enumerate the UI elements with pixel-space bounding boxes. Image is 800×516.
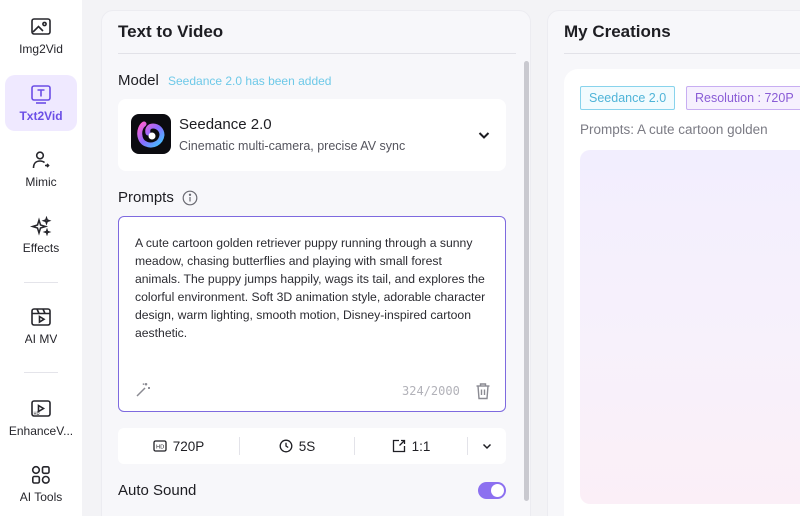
auto-sound-toggle[interactable] [478, 482, 506, 499]
prompt-textarea[interactable]: A cute cartoon golden retriever puppy ru… [118, 216, 506, 412]
hd-icon: HD [153, 440, 167, 452]
hd-enhance-icon: HD [30, 398, 52, 420]
clock-icon [279, 439, 293, 453]
prompts-label: Prompts [118, 189, 174, 206]
chevron-down-icon[interactable] [476, 127, 492, 143]
character-count: 324/2000 [402, 384, 460, 398]
nav-item-mimic[interactable]: Mimic [5, 141, 77, 197]
prompt-text[interactable]: A cute cartoon golden retriever puppy ru… [135, 234, 489, 342]
scrollbar-thumb[interactable] [524, 61, 529, 501]
nav-label: EnhanceV... [8, 424, 74, 438]
sparkle-icon [30, 215, 52, 237]
aspect-ratio-value: 1:1 [411, 438, 431, 454]
aspect-ratio-icon [392, 439, 405, 453]
resolution-setting[interactable]: HD 720P [118, 428, 239, 464]
nav-item-effects[interactable]: Effects [5, 207, 77, 263]
panel-scrollbar[interactable] [524, 61, 529, 513]
info-icon[interactable] [182, 190, 198, 206]
nav-label: Txt2Vid [19, 109, 63, 123]
seedance-logo-icon [131, 114, 171, 154]
tools-grid-icon [30, 464, 52, 486]
nav-item-img2vid[interactable]: Img2Vid [5, 8, 77, 64]
creations-title: My Creations [564, 22, 671, 41]
toggle-knob [491, 484, 504, 497]
nav-item-enhance-video[interactable]: HD EnhanceV... [5, 390, 77, 446]
resolution-tag: Resolution : 720P [686, 86, 800, 110]
nav-divider [24, 372, 58, 373]
model-description: Cinematic multi-camera, precise AV sync [179, 139, 406, 153]
person-motion-icon [30, 149, 52, 171]
nav-label: Effects [22, 241, 60, 255]
nav-label: AI Tools [19, 490, 63, 504]
creation-card[interactable]: Seedance 2.0 Resolution : 720P Prompts: … [564, 69, 800, 516]
model-selector[interactable]: Seedance 2.0 Cinematic multi-camera, pre… [118, 99, 506, 171]
auto-sound-label: Auto Sound [118, 482, 197, 499]
text-to-video-panel: Text to Video Model Seedance 2.0 has bee… [101, 10, 531, 516]
model-added-note: Seedance 2.0 has been added [168, 74, 332, 88]
creations-divider [564, 53, 800, 54]
left-nav: Img2Vid Txt2Vid Mimic Effects AI MV HD E… [0, 0, 82, 516]
music-video-icon [30, 306, 52, 328]
nav-item-ai-tools[interactable]: AI Tools [5, 456, 77, 512]
image-video-icon [30, 16, 52, 38]
text-video-icon [30, 83, 52, 105]
trash-icon[interactable] [475, 382, 491, 400]
duration-setting[interactable]: 5S [240, 428, 354, 464]
aspect-ratio-setting[interactable]: 1:1 [355, 428, 467, 464]
nav-item-ai-mv[interactable]: AI MV [5, 298, 77, 354]
model-tag: Seedance 2.0 [580, 86, 676, 110]
panel-title: Text to Video [118, 22, 224, 41]
nav-label: Mimic [25, 175, 57, 189]
generation-settings-bar: HD 720P 5S 1:1 [118, 428, 506, 464]
magic-wand-icon[interactable] [134, 381, 152, 399]
panel-divider [118, 53, 516, 54]
model-name: Seedance 2.0 [179, 116, 272, 133]
nav-label: AI MV [24, 332, 58, 346]
video-preview-placeholder[interactable] [580, 150, 800, 504]
chevron-down-icon [482, 443, 492, 450]
duration-value: 5S [298, 438, 316, 454]
nav-divider [24, 282, 58, 283]
my-creations-panel: My Creations Seedance 2.0 Resolution : 7… [547, 10, 800, 516]
model-label: Model [118, 72, 159, 89]
resolution-value: 720P [172, 438, 205, 454]
svg-text:HD: HD [156, 445, 164, 451]
nav-item-txt2vid[interactable]: Txt2Vid [5, 75, 77, 131]
nav-label: Img2Vid [19, 42, 63, 56]
more-settings-button[interactable] [468, 428, 506, 464]
creation-prompt-preview: Prompts: A cute cartoon golden [580, 122, 768, 137]
svg-text:HD: HD [34, 411, 40, 416]
